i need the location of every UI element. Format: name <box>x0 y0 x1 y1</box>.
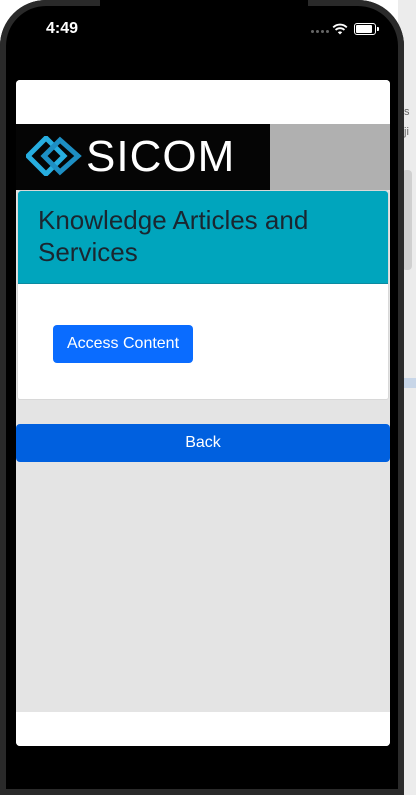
app-content: SICOM Knowledge Articles and Services Ac… <box>16 124 390 712</box>
header-band: SICOM <box>16 124 390 190</box>
wifi-icon <box>332 22 348 40</box>
app-screen: SICOM Knowledge Articles and Services Ac… <box>16 80 390 746</box>
back-button[interactable]: Back <box>16 424 390 462</box>
notch <box>100 0 308 36</box>
status-time: 4:49 <box>46 20 79 37</box>
signal-dots-icon <box>311 30 329 33</box>
top-safe-area <box>16 80 390 124</box>
background-text-fragment: s <box>404 106 410 118</box>
logo-text: SICOM <box>86 132 236 181</box>
sicom-logo: SICOM <box>16 124 270 190</box>
card-header: Knowledge Articles and Services <box>18 191 388 284</box>
bottom-safe-area <box>16 712 390 746</box>
background-text-fragment: ji <box>404 126 409 138</box>
sicom-diamond-logo-icon <box>24 134 82 181</box>
knowledge-card: Knowledge Articles and Services Access C… <box>17 190 389 400</box>
phone-frame: 4:49 SICOM Knowledge Articles and Servic… <box>0 0 404 795</box>
card-title: Knowledge Articles and Services <box>38 205 309 267</box>
battery-icon <box>354 23 379 35</box>
access-content-button[interactable]: Access Content <box>53 325 193 363</box>
